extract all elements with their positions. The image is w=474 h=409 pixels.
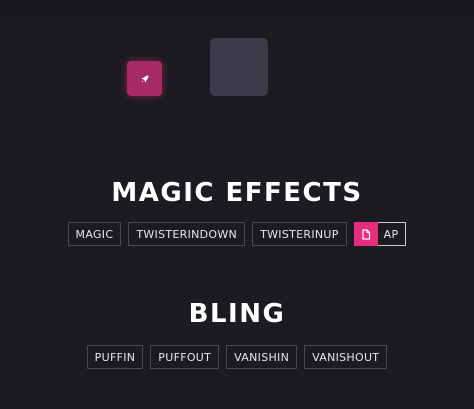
section-title-magic-effects: MAGIC EFFECTS bbox=[111, 178, 363, 208]
vanishout-button[interactable]: VANISHOUT bbox=[304, 345, 388, 369]
puffout-button[interactable]: PUFFOUT bbox=[150, 345, 220, 369]
section-title-bling: BLING bbox=[188, 299, 286, 329]
twisterindown-button[interactable]: TWISTERINDOWN bbox=[128, 222, 246, 246]
twisterinup-button[interactable]: TWISTERINUP bbox=[252, 222, 347, 246]
rocket-icon bbox=[140, 74, 150, 84]
magic-button[interactable]: MAGIC bbox=[67, 222, 122, 246]
animated-gray-tile bbox=[210, 38, 268, 96]
magic-effects-button-row: MAGIC TWISTERINDOWN TWISTERINUP AP bbox=[0, 222, 474, 246]
vanishin-button[interactable]: VANISHIN bbox=[226, 345, 298, 369]
active-badge bbox=[353, 222, 378, 246]
animated-pink-tile bbox=[127, 61, 162, 96]
puffin-button[interactable]: PUFFIN bbox=[86, 345, 144, 369]
top-bar bbox=[0, 0, 474, 15]
active-effect-button[interactable]: AP bbox=[353, 222, 407, 246]
bling-button-row: PUFFIN PUFFOUT VANISHIN VANISHOUT bbox=[0, 345, 474, 369]
document-icon bbox=[361, 228, 371, 240]
active-effect-button-label: AP bbox=[383, 227, 399, 241]
